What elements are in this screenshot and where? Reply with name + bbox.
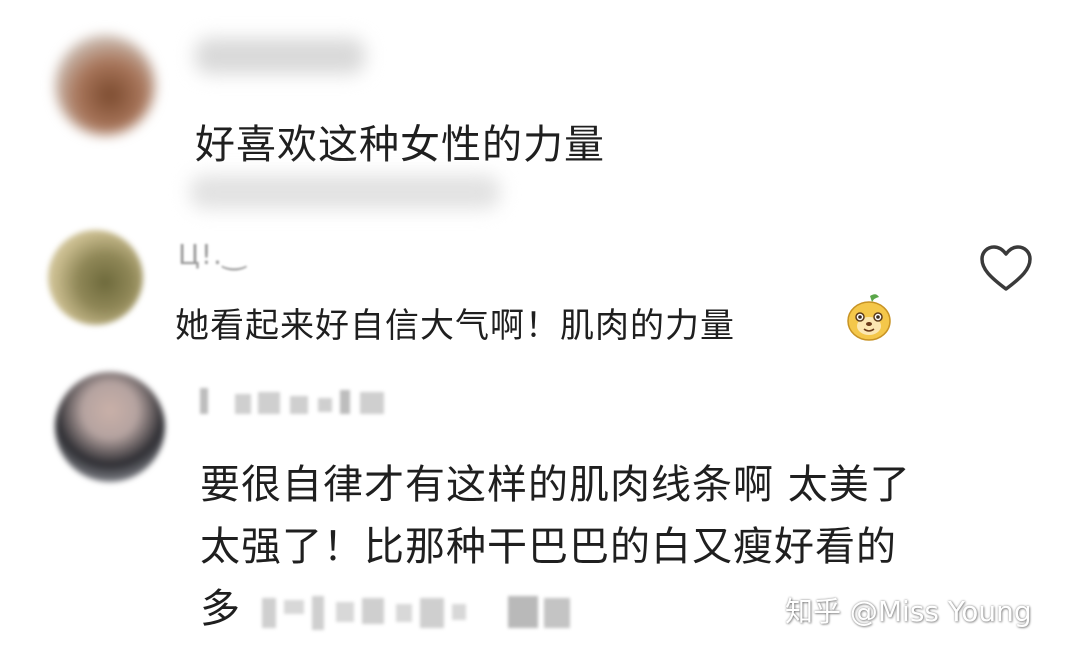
username-commenter-2[interactable]: Ц!.‿ — [178, 238, 246, 271]
avatar-commenter-3[interactable] — [55, 372, 165, 482]
like-heart-icon[interactable] — [978, 243, 1034, 295]
username-commenter-1-blurred[interactable] — [195, 38, 365, 74]
comment-meta-1-blurred — [190, 175, 500, 209]
mascot-emoji-icon — [846, 292, 892, 342]
comment-text-2: 她看起来好自信大气啊！肌肉的力量 — [175, 306, 735, 346]
avatar-commenter-2[interactable] — [48, 230, 143, 325]
avatar-commenter-1[interactable] — [55, 35, 155, 135]
watermark: 知乎 @Miss Young — [785, 595, 1032, 628]
comment-text-1: 好喜欢这种女性的力量 — [195, 122, 605, 168]
comment-text-3-line-1: 要很自律才有这样的肌肉线条啊 太美了 — [200, 462, 911, 508]
comment-text-3-line-2: 太强了！比那种干巴巴的白又瘦好看的 — [200, 524, 897, 570]
